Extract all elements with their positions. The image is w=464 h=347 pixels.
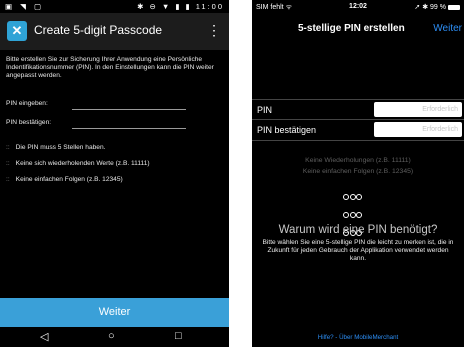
- android-screen: ▣ ◥ ▢ ✱ ⊖ ▼ ▮ ▮ 11:00 ✕ Create 5-digit P…: [0, 0, 229, 347]
- android-nav-bar: ◁ ○ □: [0, 327, 229, 347]
- confirm-pin-row: PIN bestätigen Erforderlich: [252, 119, 464, 141]
- hint-text: Keine Wiederholungen (z.B. 11111): [305, 157, 411, 164]
- rule-item: :: Keine sich wiederholenden Werte (z.B. …: [6, 160, 150, 167]
- hint-text: Keine einfachen Folgen (z.B. 12345): [302, 168, 414, 175]
- confirm-pin-input[interactable]: [72, 118, 186, 129]
- help-link[interactable]: Hilfe? - Über MobileMerchant: [252, 334, 464, 341]
- page-title: 5-stellige PIN erstellen: [298, 23, 405, 34]
- status-right-icons: ✱ ⊖ ▼ ▮ ▮: [137, 2, 192, 11]
- weiter-button[interactable]: Weiter: [0, 298, 229, 327]
- pin-input[interactable]: [72, 99, 186, 110]
- pin-row: PIN Erforderlich: [252, 99, 464, 120]
- home-icon[interactable]: ○: [108, 330, 115, 342]
- status-right-text: ➚ ✱ 99 %: [414, 4, 446, 11]
- status-time: 11:00: [195, 2, 224, 11]
- pin-label: PIN: [257, 105, 273, 115]
- bullet-icon: ::: [6, 160, 10, 167]
- overflow-menu-icon[interactable]: ⋮: [207, 22, 221, 38]
- back-icon[interactable]: ◁: [40, 330, 48, 343]
- why-title: Warum wird eine PIN benötigt?: [278, 224, 438, 236]
- rule-item: :: Die PIN muss 5 Stellen haben.: [6, 144, 106, 151]
- pin-input[interactable]: Erforderlich: [374, 102, 462, 117]
- rule-item: :: Keine einfachen Folgen (z.B. 12345): [6, 176, 123, 183]
- android-status-bar: ▣ ◥ ▢ ✱ ⊖ ▼ ▮ ▮ 11:00: [0, 0, 229, 13]
- page-title: Create 5-digit Passcode: [34, 23, 163, 37]
- confirm-pin-label: PIN bestätigen:: [6, 119, 52, 126]
- ios-screen: SIM fehlt ᯤ 12:02 ➚ ✱ 99 % 5-stellige PI…: [252, 0, 464, 347]
- recents-icon[interactable]: □: [175, 330, 182, 342]
- intro-text: Bitte erstellen Sie zur Sicherung Ihrer …: [6, 56, 214, 80]
- why-description: Bitte wählen Sie eine 5-stellige PIN die…: [262, 239, 454, 263]
- pin-label: PIN eingeben:: [6, 100, 48, 107]
- bullet-icon: ::: [6, 144, 10, 151]
- confirm-pin-input[interactable]: Erforderlich: [374, 122, 462, 137]
- bullet-icon: ::: [6, 176, 10, 183]
- ios-nav-bar: 5-stellige PIN erstellen Weiter: [252, 14, 464, 44]
- confirm-pin-label: PIN bestätigen: [257, 125, 317, 135]
- battery-icon: [448, 4, 460, 10]
- android-app-bar: ✕ Create 5-digit Passcode ⋮: [0, 13, 229, 50]
- ios-status-bar: SIM fehlt ᯤ 12:02 ➚ ✱ 99 %: [252, 0, 464, 14]
- weiter-button[interactable]: Weiter: [433, 23, 462, 34]
- status-left-icons: ▣ ◥ ▢: [5, 2, 45, 11]
- app-logo-icon: ✕: [7, 21, 27, 41]
